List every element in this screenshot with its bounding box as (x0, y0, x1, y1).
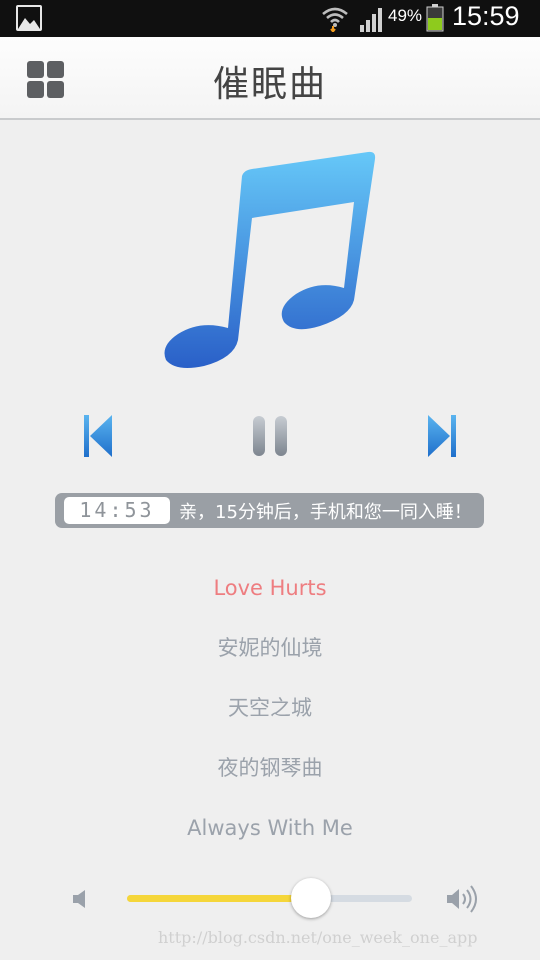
playlist: Love Hurts 安妮的仙境 天空之城 夜的钢琴曲 Always With … (0, 560, 540, 860)
list-item[interactable]: Always With Me (0, 800, 540, 860)
wifi-icon (322, 7, 348, 32)
sleep-timer-bar[interactable]: 14:53 亲，15分钟后，手机和您一同入睡！ (55, 493, 484, 528)
battery-percent: 49% (388, 6, 423, 25)
list-item[interactable]: 天空之城 (0, 680, 540, 740)
skip-previous-icon[interactable] (84, 415, 112, 457)
volume-high-icon[interactable] (445, 884, 481, 914)
list-item[interactable]: Love Hurts (0, 560, 540, 620)
volume-slider[interactable] (127, 878, 412, 918)
volume-thumb[interactable] (290, 878, 331, 918)
skip-next-icon[interactable] (428, 415, 456, 457)
pause-icon[interactable] (251, 414, 289, 458)
title-bar: 催眠曲 (0, 37, 540, 120)
list-item[interactable]: 安妮的仙境 (0, 620, 540, 680)
timer-message: 亲，15分钟后，手机和您一同入睡！ (179, 502, 472, 523)
volume-fill (127, 895, 311, 902)
watermark: http://blog.csdn.net/one_week_one_app (158, 928, 478, 947)
music-note-icon (164, 151, 376, 368)
list-item[interactable]: 夜的钢琴曲 (0, 740, 540, 800)
page-title: 催眠曲 (212, 64, 327, 105)
signal-icon (360, 8, 382, 32)
battery-icon (426, 4, 444, 32)
timer-display[interactable]: 14:53 (64, 497, 170, 524)
volume-low-icon[interactable] (70, 888, 92, 910)
status-time: 15:59 (452, 1, 520, 31)
status-bar: 49% 15:59 (0, 0, 540, 37)
gallery-icon (16, 5, 42, 31)
